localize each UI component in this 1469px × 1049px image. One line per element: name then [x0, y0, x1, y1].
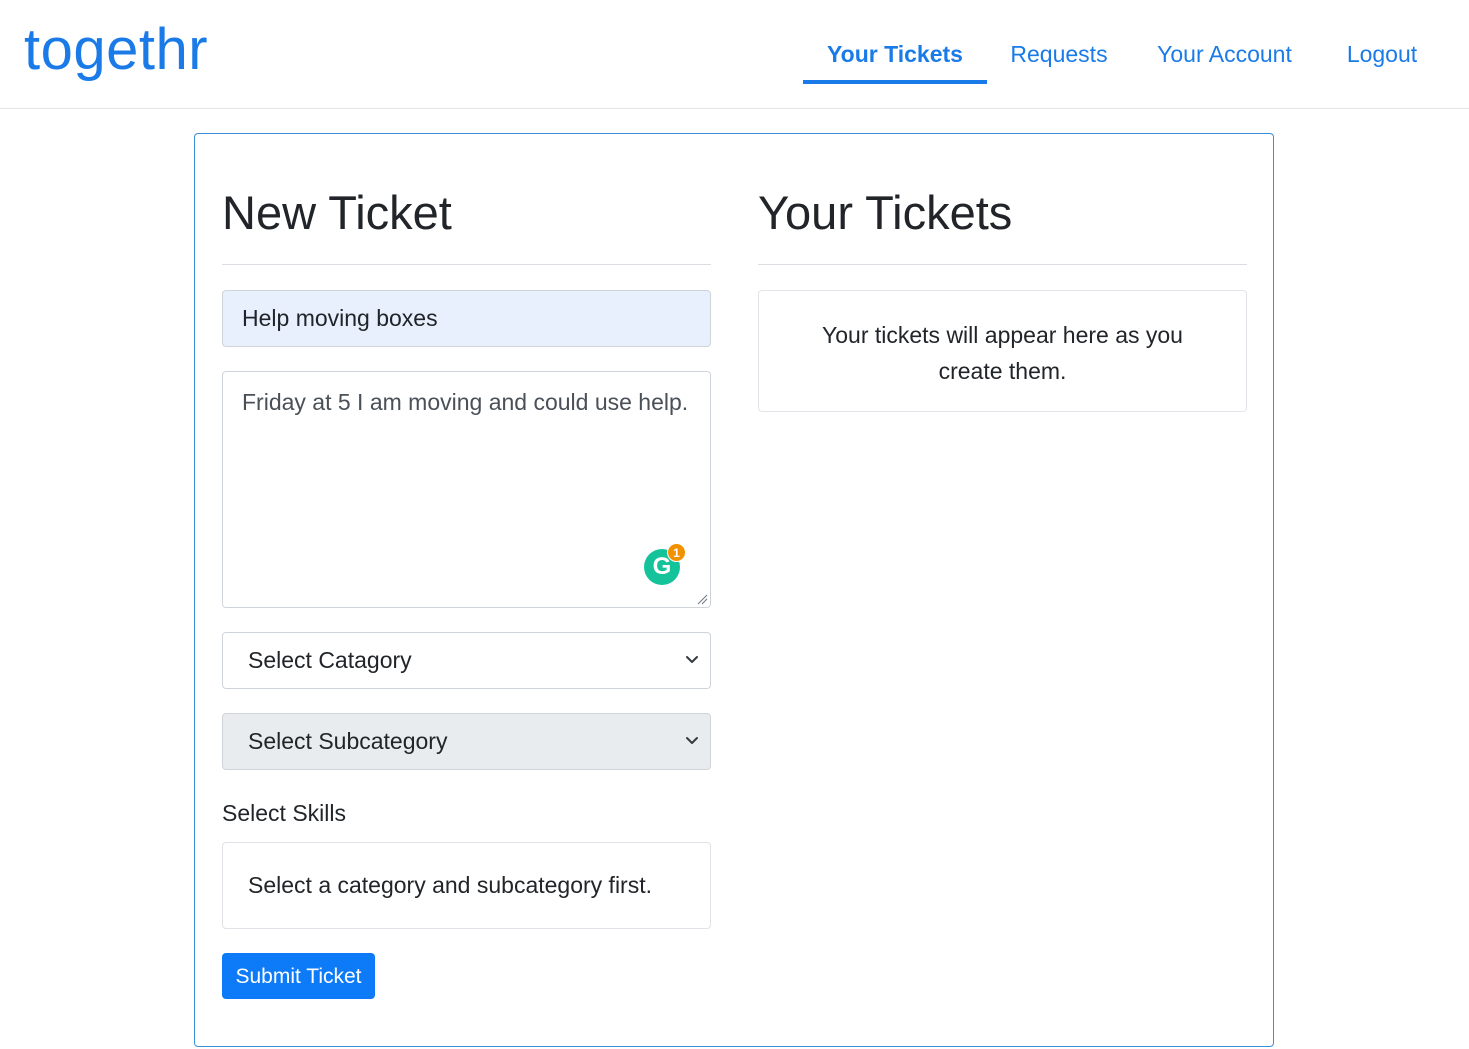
resize-grip-icon[interactable] — [696, 593, 708, 605]
tickets-empty-state: Your tickets will appear here as you cre… — [758, 290, 1247, 412]
select-skills-label: Select Skills — [222, 800, 346, 826]
brand-logo[interactable]: togethr — [24, 14, 208, 86]
subcategory-select[interactable]: Select Subcategory — [222, 713, 711, 770]
your-tickets-heading: Your Tickets — [758, 186, 1013, 239]
ticket-title-input[interactable]: Help moving boxes — [222, 290, 711, 347]
skills-placeholder-box: Select a category and subcategory first. — [222, 842, 711, 929]
chevron-down-icon — [686, 656, 698, 663]
your-tickets-divider — [758, 264, 1247, 265]
category-select-value: Select Catagory — [248, 647, 412, 673]
new-ticket-heading: New Ticket — [222, 186, 452, 239]
nav-requests[interactable]: Requests — [1000, 32, 1118, 84]
ticket-description-textarea[interactable]: Friday at 5 I am moving and could use he… — [222, 371, 711, 608]
nav-your-account[interactable]: Your Account — [1142, 32, 1307, 84]
subcategory-select-value: Select Subcategory — [248, 728, 448, 754]
nav-your-tickets[interactable]: Your Tickets — [803, 32, 987, 84]
submit-ticket-button[interactable]: Submit Ticket — [222, 953, 375, 999]
new-ticket-divider — [222, 264, 711, 265]
chevron-down-icon — [686, 737, 698, 744]
nav-logout[interactable]: Logout — [1330, 32, 1434, 84]
grammarly-badge: 1 — [667, 543, 686, 562]
ticket-description-text: Friday at 5 I am moving and could use he… — [242, 389, 689, 415]
tickets-card: New Ticket Help moving boxes Friday at 5… — [194, 133, 1274, 1047]
top-navbar: togethr Your Tickets Requests Your Accou… — [0, 0, 1469, 109]
category-select[interactable]: Select Catagory — [222, 632, 711, 689]
